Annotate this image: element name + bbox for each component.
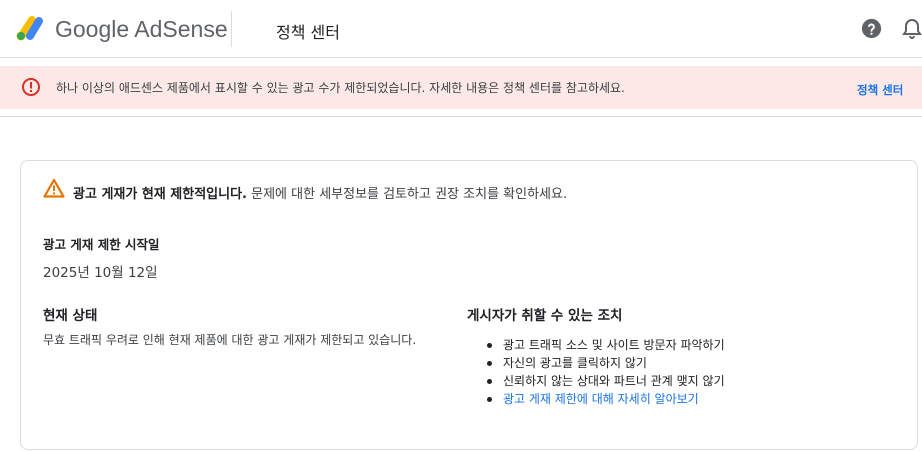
warning-triangle-icon bbox=[43, 178, 65, 198]
headline-bold: 광고 게재가 현재 제한적입니다. bbox=[73, 187, 247, 202]
publisher-actions-title: 게시자가 취할 수 있는 조치 bbox=[467, 308, 623, 324]
learn-more-link[interactable]: 광고 게재 제한에 대해 자세히 알아보기 bbox=[487, 390, 725, 408]
banner-message: 하나 이상의 애드센스 제품에서 표시할 수 있는 광고 수가 제한되었습니다.… bbox=[56, 81, 625, 95]
top-header: Google AdSense 정책 센터 bbox=[0, 0, 922, 58]
divider bbox=[0, 116, 922, 117]
ad-serving-limit-card: 광고 게재가 현재 제한적입니다. 문제에 대한 세부정보를 검토하고 권장 조… bbox=[20, 160, 918, 450]
error-icon bbox=[22, 78, 40, 96]
headline-rest: 문제에 대한 세부정보를 검토하고 권장 조치를 확인하세요. bbox=[247, 187, 568, 202]
list-item: 신뢰하지 않는 상대와 파트너 관계 맺지 않기 bbox=[487, 372, 725, 390]
header-divider bbox=[231, 11, 232, 47]
start-date-value: 2025년 10월 12일 bbox=[43, 265, 158, 281]
card-headline: 광고 게재가 현재 제한적입니다. 문제에 대한 세부정보를 검토하고 권장 조… bbox=[73, 183, 567, 202]
list-item: 자신의 광고를 클릭하지 않기 bbox=[487, 354, 725, 372]
product-name[interactable]: Google AdSense bbox=[55, 16, 228, 43]
policy-alert-banner: 하나 이상의 애드센스 제품에서 표시할 수 있는 광고 수가 제한되었습니다.… bbox=[0, 66, 922, 109]
page-title: 정책 센터 bbox=[276, 23, 340, 42]
start-date-label: 광고 게재 제한 시작일 bbox=[43, 237, 160, 252]
help-icon[interactable] bbox=[861, 18, 882, 39]
current-status-title: 현재 상태 bbox=[43, 308, 98, 324]
bell-icon[interactable] bbox=[902, 18, 922, 40]
publisher-actions-list: 광고 트래픽 소스 및 사이트 방문자 파악하기 자신의 광고를 클릭하지 않기… bbox=[487, 336, 725, 408]
current-status-description: 무효 트래픽 우려로 인해 현재 제품에 대한 광고 게재가 제한되고 있습니다… bbox=[43, 333, 417, 347]
list-item: 광고 트래픽 소스 및 사이트 방문자 파악하기 bbox=[487, 336, 725, 354]
policy-center-link[interactable]: 정책 센터 bbox=[857, 82, 903, 98]
adsense-logo-icon[interactable] bbox=[14, 14, 46, 42]
